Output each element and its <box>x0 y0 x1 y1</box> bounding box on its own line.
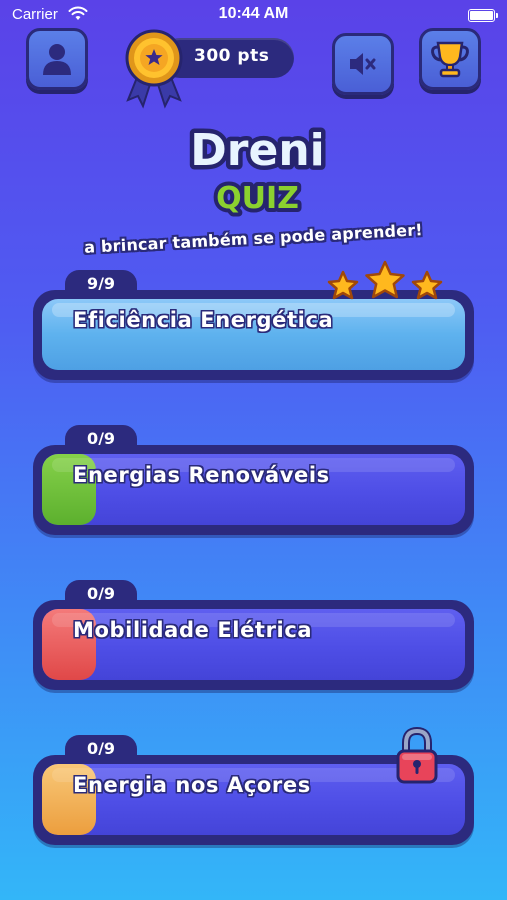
logo-dreni-fill: Dreni <box>190 125 324 176</box>
star-icon <box>327 270 359 300</box>
mute-button[interactable] <box>332 33 394 95</box>
lock-icon <box>396 727 438 784</box>
quiz-card-energias-renovaveis[interactable]: 0/9 Energias Renováveis <box>33 425 474 535</box>
quiz-title: Mobilidade Elétrica <box>73 618 313 642</box>
quiz-title: Energias Renováveis <box>73 463 330 487</box>
speaker-muted-icon <box>350 53 376 75</box>
quiz-card-mobilidade-eletrica[interactable]: 0/9 Mobilidade Elétrica <box>33 580 474 690</box>
medal-icon <box>125 29 183 109</box>
tagline: a brincar também se pode aprender! <box>83 220 424 257</box>
stars-rating <box>327 260 443 300</box>
logo-quiz-fill: QUIZ <box>216 181 299 216</box>
points-value: 300 pts <box>194 46 270 66</box>
profile-button[interactable] <box>26 28 88 90</box>
clock: 10:44 AM <box>218 5 289 22</box>
star-icon <box>411 270 443 300</box>
quiz-card-energia-nos-acores[interactable]: 0/9 Energia nos Açores <box>33 727 474 845</box>
star-icon <box>365 260 405 299</box>
leaderboard-button[interactable] <box>419 28 481 90</box>
quiz-title: Energia nos Açores <box>73 773 311 797</box>
app-logo: Dreni Dreni QUIZ QUIZ <box>186 121 329 221</box>
card-frame <box>33 600 474 690</box>
trophy-icon <box>431 41 469 78</box>
battery-icon <box>468 9 498 22</box>
quiz-card-eficiencia-energetica[interactable]: 9/9 Eficiência Energética <box>33 260 474 380</box>
user-icon <box>43 44 71 75</box>
card-frame <box>33 445 474 535</box>
quiz-title: Eficiência Energética <box>73 308 334 332</box>
